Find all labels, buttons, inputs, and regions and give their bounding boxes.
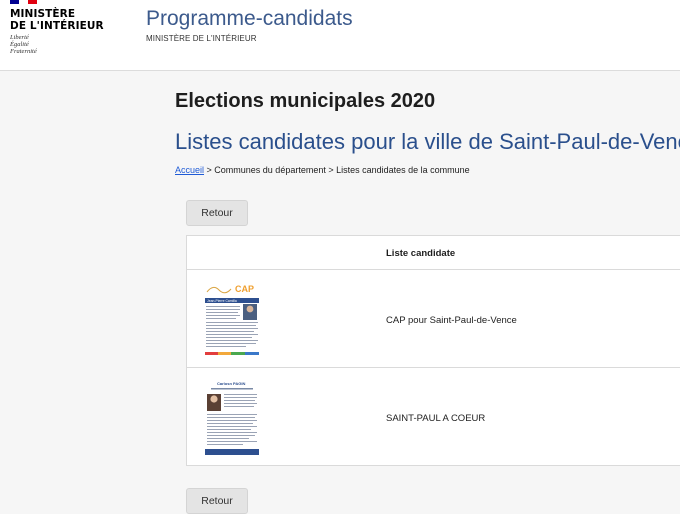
breadcrumb-current: Listes candidates de la commune: [336, 165, 470, 175]
thumb-logo: Carlosn PAGIN: [217, 381, 245, 386]
site-title[interactable]: Programme-candidats: [146, 7, 353, 31]
breadcrumb-separator: >: [325, 165, 337, 175]
breadcrumb-separator: >: [204, 165, 215, 175]
logo-motto: Liberté Égalité Fraternité: [10, 34, 37, 55]
logo-title: MINISTÈRE DE L'INTÉRIEUR: [10, 8, 104, 32]
table-header: Liste candidate: [187, 236, 680, 270]
candidate-lists-table: Liste candidate CAP Jean-Pierre Camilla: [186, 235, 680, 466]
thumb-banner: Jean-Pierre Camilla: [207, 299, 237, 303]
column-header-liste: Liste candidate: [386, 248, 456, 259]
city-heading: Listes candidates pour la ville de Saint…: [175, 129, 680, 154]
program-thumbnail[interactable]: CAP Jean-Pierre Camilla: [203, 280, 261, 360]
breadcrumb-home-link[interactable]: Accueil: [175, 165, 204, 175]
ministry-logo[interactable]: MINISTÈRE DE L'INTÉRIEUR Liberté Égalité…: [10, 0, 120, 70]
site-header: MINISTÈRE DE L'INTÉRIEUR Liberté Égalité…: [0, 0, 680, 71]
table-row[interactable]: CAP Jean-Pierre Camilla CAP pour Saint-P…: [187, 270, 680, 368]
thumb-logo: CAP: [235, 284, 254, 294]
page-heading: Elections municipales 2020: [175, 90, 436, 112]
candidate-list-name[interactable]: SAINT-PAUL A COEUR: [386, 413, 485, 424]
breadcrumb-communes: Communes du département: [214, 165, 326, 175]
back-button-top[interactable]: Retour: [186, 200, 248, 226]
site-subtitle: MINISTÈRE DE L'INTÉRIEUR: [146, 34, 257, 43]
candidate-list-name[interactable]: CAP pour Saint-Paul-de-Vence: [386, 315, 517, 326]
breadcrumb: Accueil > Communes du département > List…: [175, 165, 470, 175]
table-row[interactable]: Carlosn PAGIN SAINT-PAUL A COEUR: [187, 368, 680, 466]
flag-icon: [10, 0, 37, 4]
program-thumbnail[interactable]: Carlosn PAGIN: [203, 378, 261, 458]
back-button-bottom[interactable]: Retour: [186, 488, 248, 514]
